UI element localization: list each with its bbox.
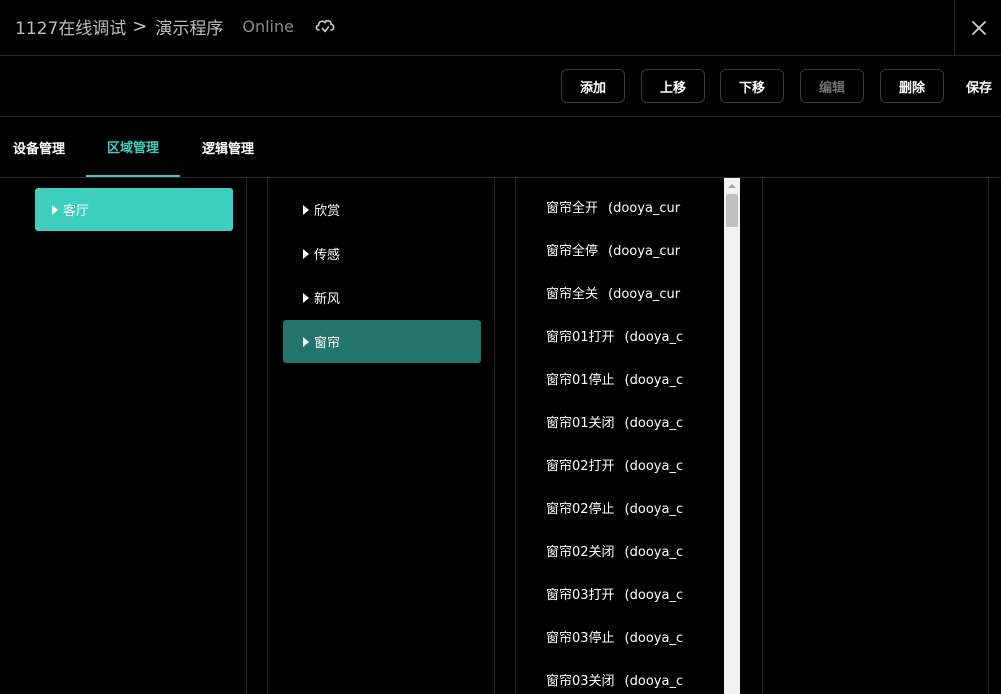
app-window: 1127在线调试 > 演示程序 Online 添加 上移 下移 编辑 删除 保存… — [0, 0, 1001, 694]
scene-name: 窗帘02停止 — [546, 502, 615, 517]
tab-device-management[interactable]: 设备管理 — [10, 117, 68, 177]
scene-name: 窗帘03关闭 — [546, 674, 615, 689]
device-item-fresh-air[interactable]: 新风 — [283, 276, 481, 319]
list-item[interactable]: 窗帘03停止 (dooya_c — [546, 629, 686, 649]
scene-name: 窗帘全开 — [546, 201, 599, 216]
title-bar: 1127在线调试 > 演示程序 Online — [0, 0, 1001, 56]
scene-code: (dooya_c — [624, 588, 684, 603]
scene-code: (dooya_c — [624, 545, 684, 560]
scene-code: (dooya_c — [624, 631, 684, 646]
tab-logic-management[interactable]: 逻辑管理 — [199, 117, 257, 177]
list-item[interactable]: 窗帘01打开 (dooya_c — [546, 328, 686, 348]
list-item[interactable]: 窗帘全开 (dooya_cur — [546, 199, 686, 219]
caret-right-icon — [52, 204, 58, 215]
column-divider — [246, 178, 247, 694]
scene-name: 窗帘03停止 — [546, 631, 615, 646]
list-item[interactable]: 窗帘全关 (dooya_cur — [546, 285, 686, 305]
breadcrumb: 1127在线调试 > 演示程序 Online — [15, 14, 336, 39]
device-item-sensor[interactable]: 传感 — [283, 232, 481, 275]
tab-area-management[interactable]: 区域管理 — [86, 117, 180, 177]
caret-right-icon — [303, 336, 309, 347]
column-divider — [494, 178, 495, 694]
scroll-up-arrow-icon[interactable] — [724, 178, 740, 194]
list-item[interactable]: 窗帘01关闭 (dooya_c — [546, 414, 686, 434]
scene-code: (dooya_c — [624, 502, 684, 517]
scene-code: (dooya_c — [624, 330, 684, 345]
column-divider — [267, 178, 268, 694]
move-up-button[interactable]: 上移 — [641, 69, 705, 103]
scene-code: (dooya_c — [624, 416, 684, 431]
scene-name: 窗帘02关闭 — [546, 545, 615, 560]
scene-list: 窗帘全开 (dooya_cur 窗帘全停 (dooya_cur 窗帘全关 (dooya… — [516, 178, 724, 694]
caret-right-icon — [303, 292, 309, 303]
scene-name: 窗帘02打开 — [546, 459, 615, 474]
list-item[interactable]: 窗帘01停止 (dooya_c — [546, 371, 686, 391]
caret-right-icon — [303, 248, 309, 259]
device-item-label: 传感 — [314, 248, 341, 263]
scene-name: 窗帘全停 — [546, 244, 599, 259]
toolbar: 添加 上移 下移 编辑 删除 保存 — [0, 56, 1001, 117]
move-down-button[interactable]: 下移 — [720, 69, 784, 103]
tab-bar: 设备管理 区域管理 逻辑管理 — [0, 117, 1001, 178]
column-divider — [988, 178, 989, 694]
list-item[interactable]: 窗帘03关闭 (dooya_c — [546, 672, 686, 692]
scene-name: 窗帘01打开 — [546, 330, 615, 345]
edit-button[interactable]: 编辑 — [800, 69, 864, 103]
scene-code: (dooya_cur — [608, 287, 681, 302]
connection-status: Online — [242, 16, 294, 36]
column-divider — [762, 178, 763, 694]
caret-right-icon — [303, 204, 309, 215]
device-item-label: 新风 — [314, 292, 341, 307]
list-item[interactable]: 窗帘02关闭 (dooya_c — [546, 543, 686, 563]
breadcrumb-separator: > — [132, 15, 148, 37]
breadcrumb-program: 演示程序 — [155, 18, 224, 39]
add-button[interactable]: 添加 — [561, 69, 625, 103]
scene-code: (dooya_c — [624, 373, 684, 388]
delete-button[interactable]: 删除 — [880, 69, 944, 103]
list-item[interactable]: 窗帘03打开 (dooya_c — [546, 586, 686, 606]
scene-code: (dooya_c — [624, 459, 684, 474]
device-item-curtain[interactable]: 窗帘 — [283, 320, 481, 363]
list-item[interactable]: 窗帘全停 (dooya_cur — [546, 242, 686, 262]
scene-name: 窗帘03打开 — [546, 588, 615, 603]
cloud-sync-icon[interactable] — [314, 17, 336, 35]
scene-name: 窗帘全关 — [546, 287, 599, 302]
scrollbar-thumb[interactable] — [726, 194, 738, 227]
area-item-living-room[interactable]: 客厅 — [35, 188, 233, 231]
scene-code: (dooya_c — [624, 674, 684, 689]
device-item-label: 欣赏 — [314, 204, 341, 219]
scene-code: (dooya_cur — [608, 244, 681, 259]
area-item-label: 客厅 — [63, 204, 90, 219]
device-item-label: 窗帘 — [314, 336, 341, 351]
close-button[interactable] — [954, 0, 1001, 55]
scene-list-scrollbar[interactable] — [724, 178, 740, 694]
list-item[interactable]: 窗帘02停止 (dooya_c — [546, 500, 686, 520]
device-item-appreciation[interactable]: 欣赏 — [283, 188, 481, 231]
breadcrumb-project[interactable]: 1127在线调试 — [15, 14, 126, 39]
scene-name: 窗帘01关闭 — [546, 416, 615, 431]
list-item[interactable]: 窗帘02打开 (dooya_c — [546, 457, 686, 477]
scene-code: (dooya_cur — [608, 201, 681, 216]
close-icon — [971, 20, 986, 35]
scene-name: 窗帘01停止 — [546, 373, 615, 388]
save-button[interactable]: 保存 — [958, 69, 1001, 103]
